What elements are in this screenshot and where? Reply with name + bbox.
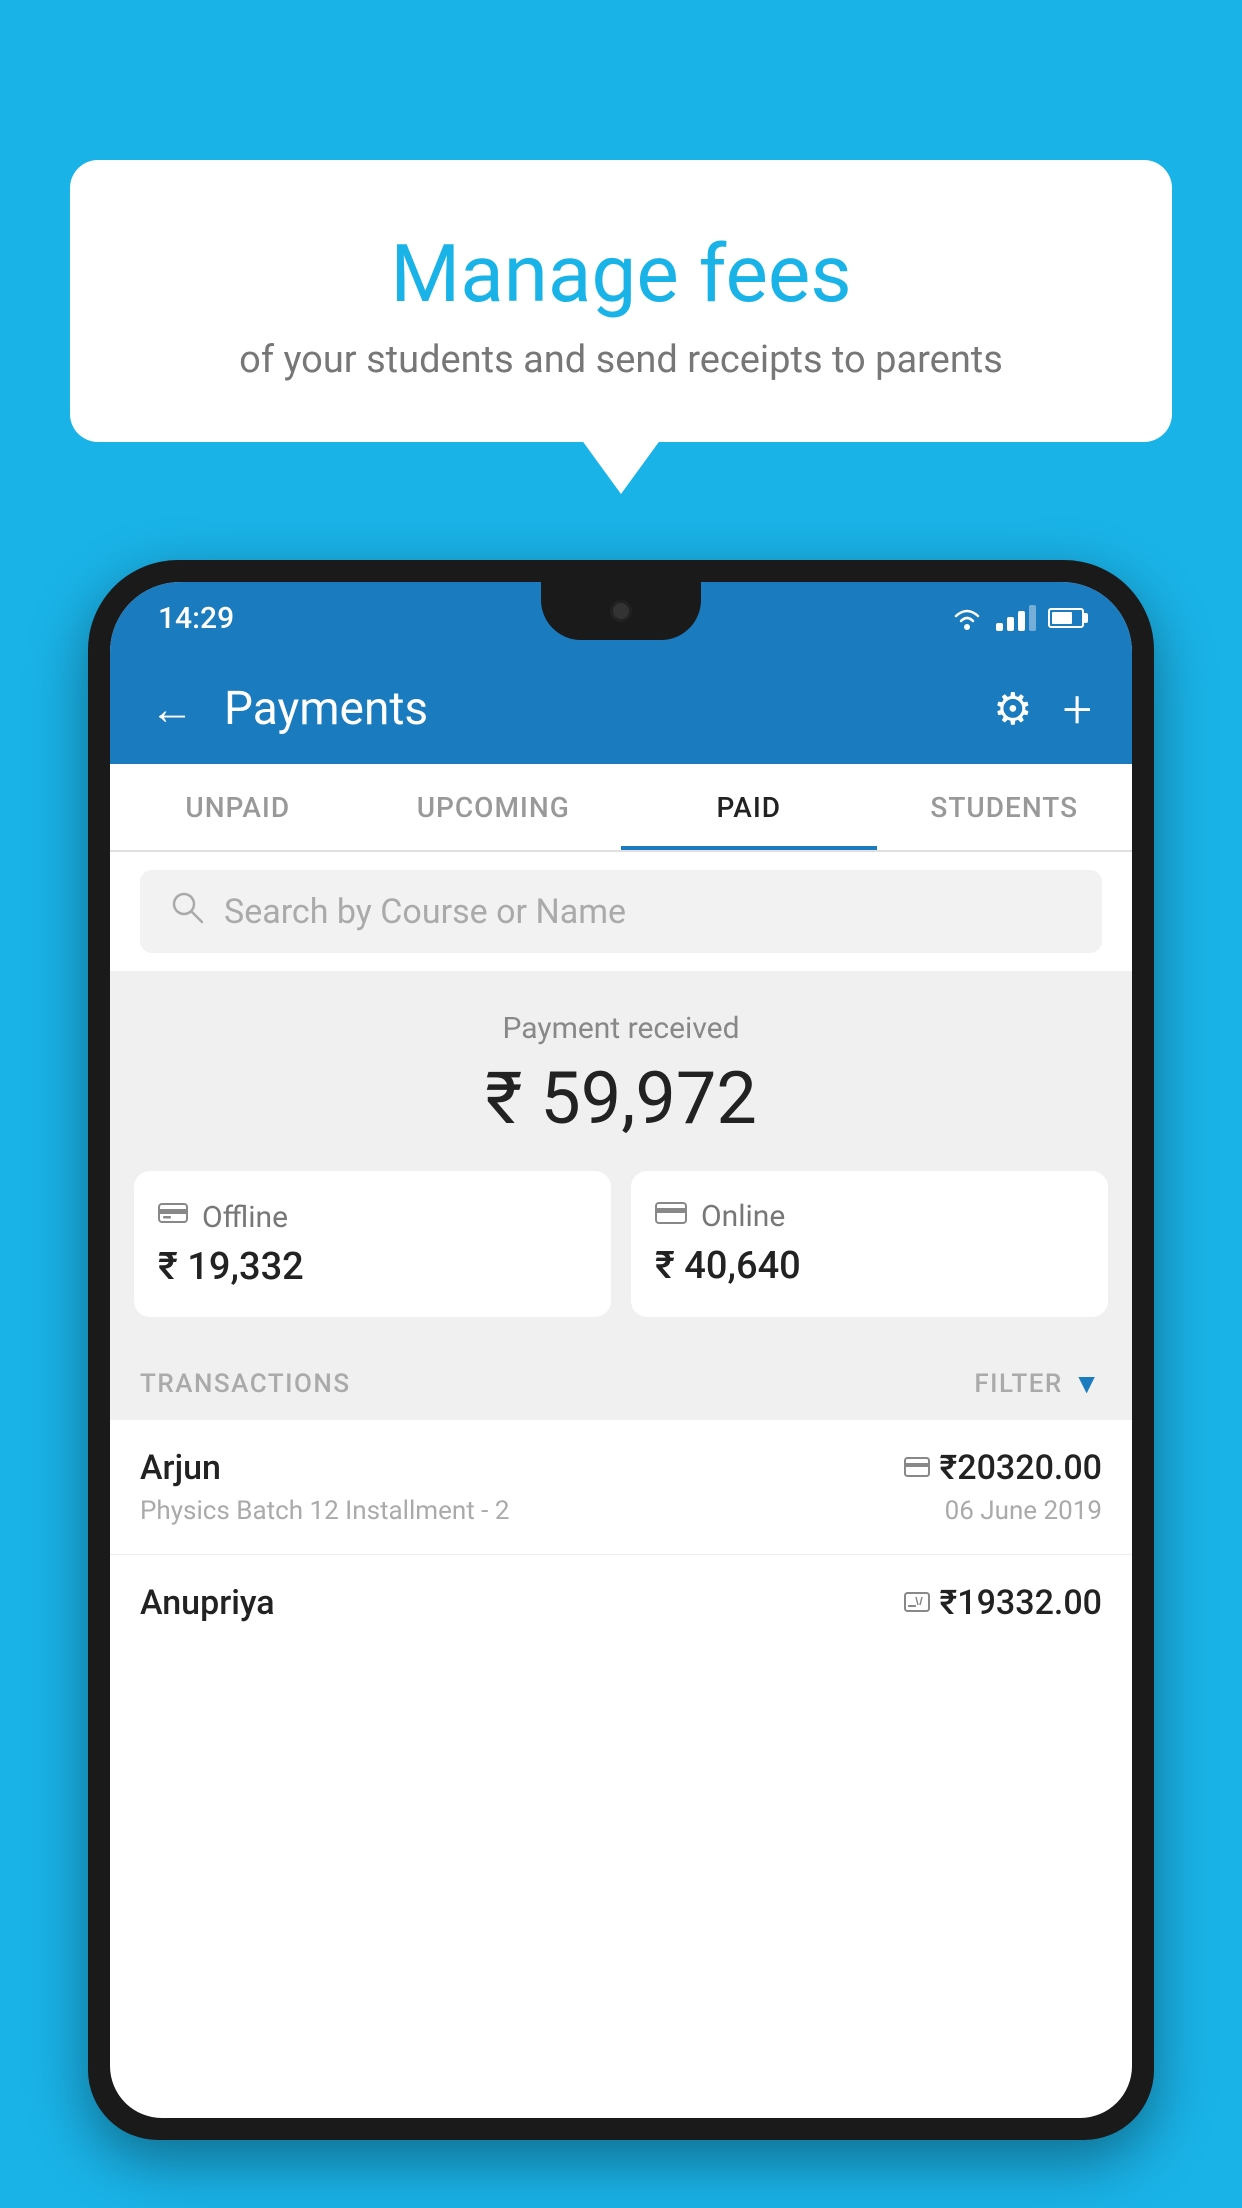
status-icons <box>950 605 1084 631</box>
battery-icon <box>1048 608 1084 628</box>
transaction-date: 06 June 2019 <box>945 1496 1102 1526</box>
tab-paid[interactable]: PAID <box>621 764 877 850</box>
bubble-title: Manage fees <box>130 230 1112 318</box>
search-input[interactable]: Search by Course or Name <box>224 892 626 932</box>
search-container: Search by Course or Name <box>110 852 1132 971</box>
phone-inner: 14:29 <box>110 582 1132 2118</box>
transaction-row: Arjun Physics Batch 12 Installment - 2 ₹… <box>110 1420 1132 1555</box>
transaction-name: Arjun <box>140 1448 904 1488</box>
speech-bubble: Manage fees of your students and send re… <box>70 160 1172 442</box>
online-label: Online <box>701 1199 785 1234</box>
payment-cards: Offline ₹ 19,332 Online ₹ 4 <box>110 1171 1132 1347</box>
phone-container: 14:29 <box>88 560 1154 2208</box>
filter-label: FILTER <box>974 1369 1062 1399</box>
filter-icon: ▼ <box>1073 1367 1102 1400</box>
back-button[interactable]: ← <box>150 687 194 731</box>
offline-label: Offline <box>202 1200 288 1235</box>
app-header: ← Payments ⚙ + <box>110 654 1132 764</box>
transaction-detail: Physics Batch 12 Installment - 2 <box>140 1496 904 1526</box>
transaction-left-2: Anupriya <box>140 1583 904 1631</box>
offline-card: Offline ₹ 19,332 <box>134 1171 611 1317</box>
transactions-header: TRANSACTIONS FILTER ▼ <box>110 1347 1132 1420</box>
offline-amount: ₹ 19,332 <box>158 1245 587 1289</box>
camera <box>610 600 632 622</box>
online-icon <box>655 1199 687 1234</box>
search-box[interactable]: Search by Course or Name <box>140 870 1102 953</box>
tab-students[interactable]: STUDENTS <box>877 764 1133 850</box>
transaction-amount: ₹20320.00 <box>940 1448 1102 1488</box>
tab-upcoming[interactable]: UPCOMING <box>366 764 622 850</box>
tabs-bar: UNPAID UPCOMING PAID STUDENTS <box>110 764 1132 852</box>
online-card: Online ₹ 40,640 <box>631 1171 1108 1317</box>
offline-icon <box>158 1199 188 1235</box>
status-bar: 14:29 <box>110 582 1132 654</box>
payment-type-icon <box>904 1452 930 1485</box>
bubble-subtitle: of your students and send receipts to pa… <box>130 338 1112 382</box>
wifi-icon <box>950 605 984 631</box>
transaction-amount-2: ₹19332.00 <box>940 1583 1102 1623</box>
search-icon <box>170 890 204 933</box>
notch <box>541 582 701 640</box>
transaction-right-2: ₹19332.00 <box>904 1583 1102 1623</box>
transaction-name-2: Anupriya <box>140 1583 904 1623</box>
phone-outer: 14:29 <box>88 560 1154 2140</box>
payment-received-label: Payment received <box>110 1011 1132 1046</box>
transactions-label: TRANSACTIONS <box>140 1369 351 1399</box>
status-time: 14:29 <box>158 601 234 636</box>
speech-bubble-container: Manage fees of your students and send re… <box>70 160 1172 442</box>
transaction-left: Arjun Physics Batch 12 Installment - 2 <box>140 1448 904 1526</box>
payment-received-amount: ₹ 59,972 <box>110 1056 1132 1141</box>
tab-unpaid[interactable]: UNPAID <box>110 764 366 850</box>
settings-button[interactable]: ⚙ <box>993 683 1032 735</box>
online-amount: ₹ 40,640 <box>655 1244 1084 1288</box>
filter-button[interactable]: FILTER ▼ <box>974 1367 1102 1400</box>
transaction-right: ₹20320.00 06 June 2019 <box>904 1448 1102 1526</box>
signal-icon <box>996 605 1036 631</box>
payment-type-icon-2 <box>904 1587 930 1620</box>
transaction-row-partial: Anupriya ₹19332.00 <box>110 1555 1132 1631</box>
header-title: Payments <box>224 682 963 736</box>
add-button[interactable]: + <box>1063 679 1092 740</box>
payment-received-section: Payment received ₹ 59,972 <box>110 971 1132 1171</box>
